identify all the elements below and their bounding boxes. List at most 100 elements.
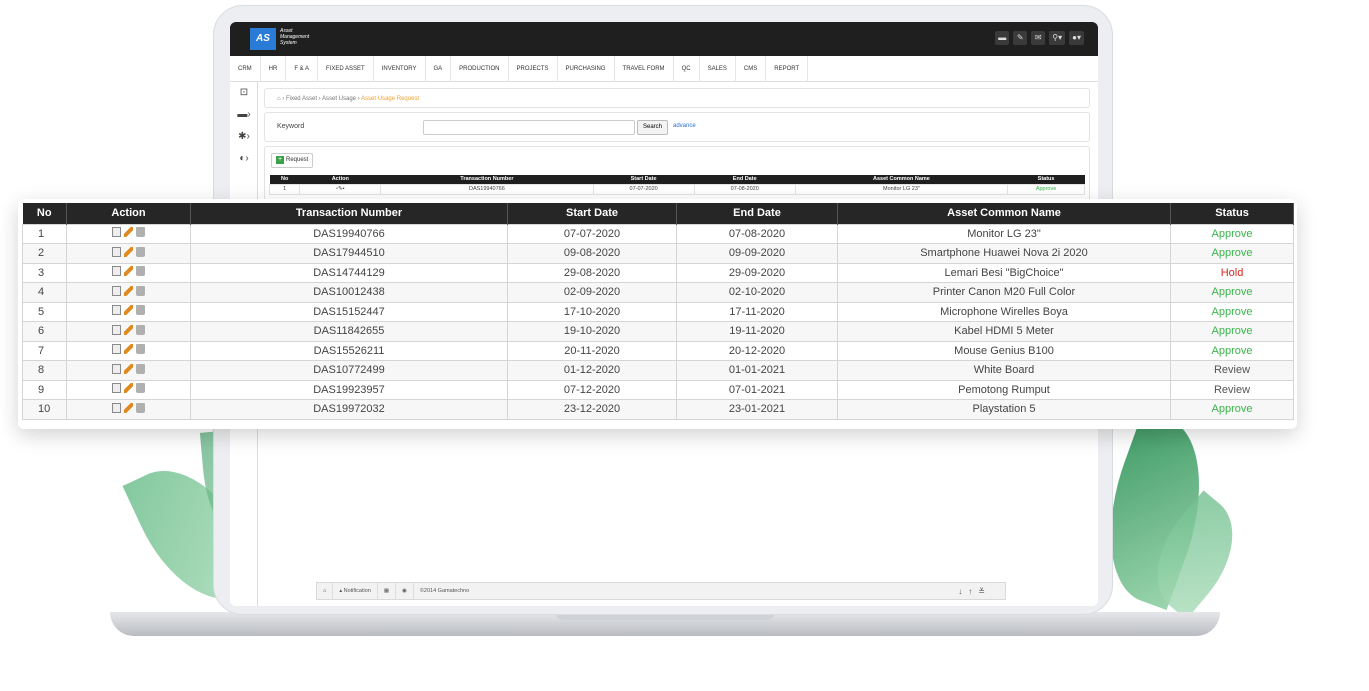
- calendar-icon[interactable]: ⊡: [230, 82, 258, 104]
- cell-no: 3: [22, 262, 67, 283]
- delete-icon[interactable]: [136, 246, 145, 257]
- menu-item[interactable]: TRAVEL FORM: [615, 55, 674, 82]
- arrow-up-icon[interactable]: ↑: [968, 587, 972, 596]
- table-row: 4 DAS10012438 02-09-2020 02-10-2020 Printer …: [22, 282, 1294, 303]
- menu-item[interactable]: SALES: [700, 55, 736, 82]
- search-panel: Keyword Search advance: [264, 112, 1090, 142]
- calculator-icon[interactable]: ▦: [378, 582, 397, 600]
- monitor-icon[interactable]: ▬›: [230, 104, 258, 126]
- view-icon[interactable]: [112, 227, 121, 238]
- keyword-input[interactable]: [423, 120, 635, 135]
- menu-item[interactable]: HR: [261, 55, 287, 82]
- search-button[interactable]: Search: [637, 120, 669, 135]
- keyword-label: Keyword: [277, 123, 305, 130]
- header-end-date[interactable]: End Date: [676, 203, 838, 224]
- delete-icon[interactable]: [136, 324, 145, 335]
- cell-start-date: 02-09-2020: [507, 282, 677, 303]
- menu-item[interactable]: CRM: [230, 55, 261, 82]
- menu-item[interactable]: PURCHASING: [558, 55, 615, 82]
- notification-item[interactable]: ▴ Notification: [333, 582, 378, 600]
- edit-icon[interactable]: [124, 227, 133, 238]
- globe-icon[interactable]: ◐›: [230, 148, 258, 170]
- cell-no: 8: [22, 360, 67, 381]
- delete-icon[interactable]: [136, 383, 145, 394]
- edit-icon[interactable]: [124, 305, 133, 316]
- edit-icon[interactable]: [124, 266, 133, 277]
- menu-item[interactable]: QC: [674, 55, 700, 82]
- arrow-down-icon[interactable]: ↓: [958, 587, 962, 596]
- cell-no: 4: [22, 282, 67, 303]
- edit-icon[interactable]: [124, 285, 133, 296]
- edit-icon[interactable]: [124, 324, 133, 335]
- search-icon[interactable]: ⚲▾: [1049, 31, 1066, 45]
- menu-item[interactable]: PROJECTS: [509, 55, 558, 82]
- delete-icon[interactable]: [136, 402, 145, 413]
- view-icon[interactable]: [112, 266, 121, 277]
- user-icon[interactable]: ●▾: [1069, 31, 1084, 45]
- breadcrumb-item[interactable]: Asset Usage: [322, 96, 356, 102]
- menu-item[interactable]: REPORT: [766, 55, 809, 82]
- delete-icon[interactable]: [136, 285, 145, 296]
- main-content: ⌂ › Fixed Asset › Asset Usage › Asset Us…: [264, 88, 1090, 206]
- collapse-icon[interactable]: ≚: [978, 587, 985, 596]
- cell-end-date: 02-10-2020: [676, 282, 838, 303]
- delete-icon[interactable]: [136, 305, 145, 316]
- delete-icon[interactable]: [136, 344, 145, 355]
- globe-icon[interactable]: ◉: [396, 582, 414, 600]
- cell-action: [66, 340, 191, 361]
- cell-end-date: 07-01-2021: [676, 379, 838, 400]
- view-icon[interactable]: [112, 383, 121, 394]
- view-icon[interactable]: [112, 363, 121, 374]
- cell-action: [66, 243, 191, 264]
- menu-item[interactable]: F & A: [286, 55, 319, 82]
- menu-item[interactable]: CMS: [736, 55, 767, 82]
- edit-icon[interactable]: [124, 402, 133, 413]
- tools-icon[interactable]: ✱›: [230, 126, 258, 148]
- edit-icon[interactable]: [124, 246, 133, 257]
- mail-icon[interactable]: ✉: [1031, 31, 1046, 45]
- table-row: 5 DAS15152447 17-10-2020 17-11-2020 Micropho…: [22, 301, 1294, 322]
- header-asset-common-name[interactable]: Asset Common Name: [837, 203, 1171, 224]
- list-panel: + Request No Action Transaction Number St…: [264, 146, 1090, 206]
- folder-icon[interactable]: ▬: [995, 31, 1010, 45]
- menu-item[interactable]: FIXED ASSET: [318, 55, 374, 82]
- cell-no: 1: [22, 223, 67, 244]
- menu-item[interactable]: GA: [426, 55, 452, 82]
- home-icon[interactable]: ⌂: [277, 96, 281, 102]
- delete-icon[interactable]: [136, 363, 145, 374]
- delete-icon[interactable]: [136, 227, 145, 238]
- view-icon[interactable]: [112, 344, 121, 355]
- menu-item[interactable]: PRODUCTION: [451, 55, 509, 82]
- delete-icon[interactable]: [136, 266, 145, 277]
- edit-icon[interactable]: [124, 383, 133, 394]
- cell-transaction-number: DAS19972032: [190, 399, 508, 420]
- edit-icon[interactable]: [124, 363, 133, 374]
- cell-end-date: 23-01-2021: [676, 399, 838, 420]
- app-logo-subtitle: Asset Management System: [280, 28, 310, 46]
- table-row: 2 DAS17944510 09-08-2020 09-09-2020 Smartpho…: [22, 243, 1294, 264]
- header-status[interactable]: Status: [1170, 203, 1294, 224]
- zoomed-table-card: No Action Transaction Number Start Date …: [18, 199, 1297, 429]
- cell-status: Approve: [1170, 399, 1294, 420]
- view-icon[interactable]: [112, 285, 121, 296]
- wrench-icon[interactable]: ✎: [1013, 31, 1028, 45]
- view-icon[interactable]: [112, 246, 121, 257]
- cell-asset-name: Microphone Wirelles Boya: [837, 301, 1171, 322]
- edit-icon[interactable]: [124, 344, 133, 355]
- view-icon[interactable]: [112, 324, 121, 335]
- view-icon[interactable]: [112, 305, 121, 316]
- cell-asset-name: White Board: [837, 360, 1171, 381]
- breadcrumb-item[interactable]: Fixed Asset: [286, 96, 317, 102]
- request-button[interactable]: + Request: [271, 153, 314, 168]
- breadcrumb: ⌂ › Fixed Asset › Asset Usage › Asset Us…: [264, 88, 1090, 108]
- home-icon[interactable]: ⌂: [317, 582, 334, 600]
- app-logo[interactable]: AS: [250, 28, 276, 50]
- header-transaction-number[interactable]: Transaction Number: [190, 203, 508, 224]
- menu-item[interactable]: INVENTORY: [374, 55, 426, 82]
- header-start-date[interactable]: Start Date: [507, 203, 677, 224]
- laptop-base: [110, 612, 1220, 636]
- advance-link[interactable]: advance: [673, 123, 696, 129]
- view-icon[interactable]: [112, 402, 121, 413]
- cell-action: [66, 379, 191, 400]
- header-no[interactable]: No: [22, 203, 67, 224]
